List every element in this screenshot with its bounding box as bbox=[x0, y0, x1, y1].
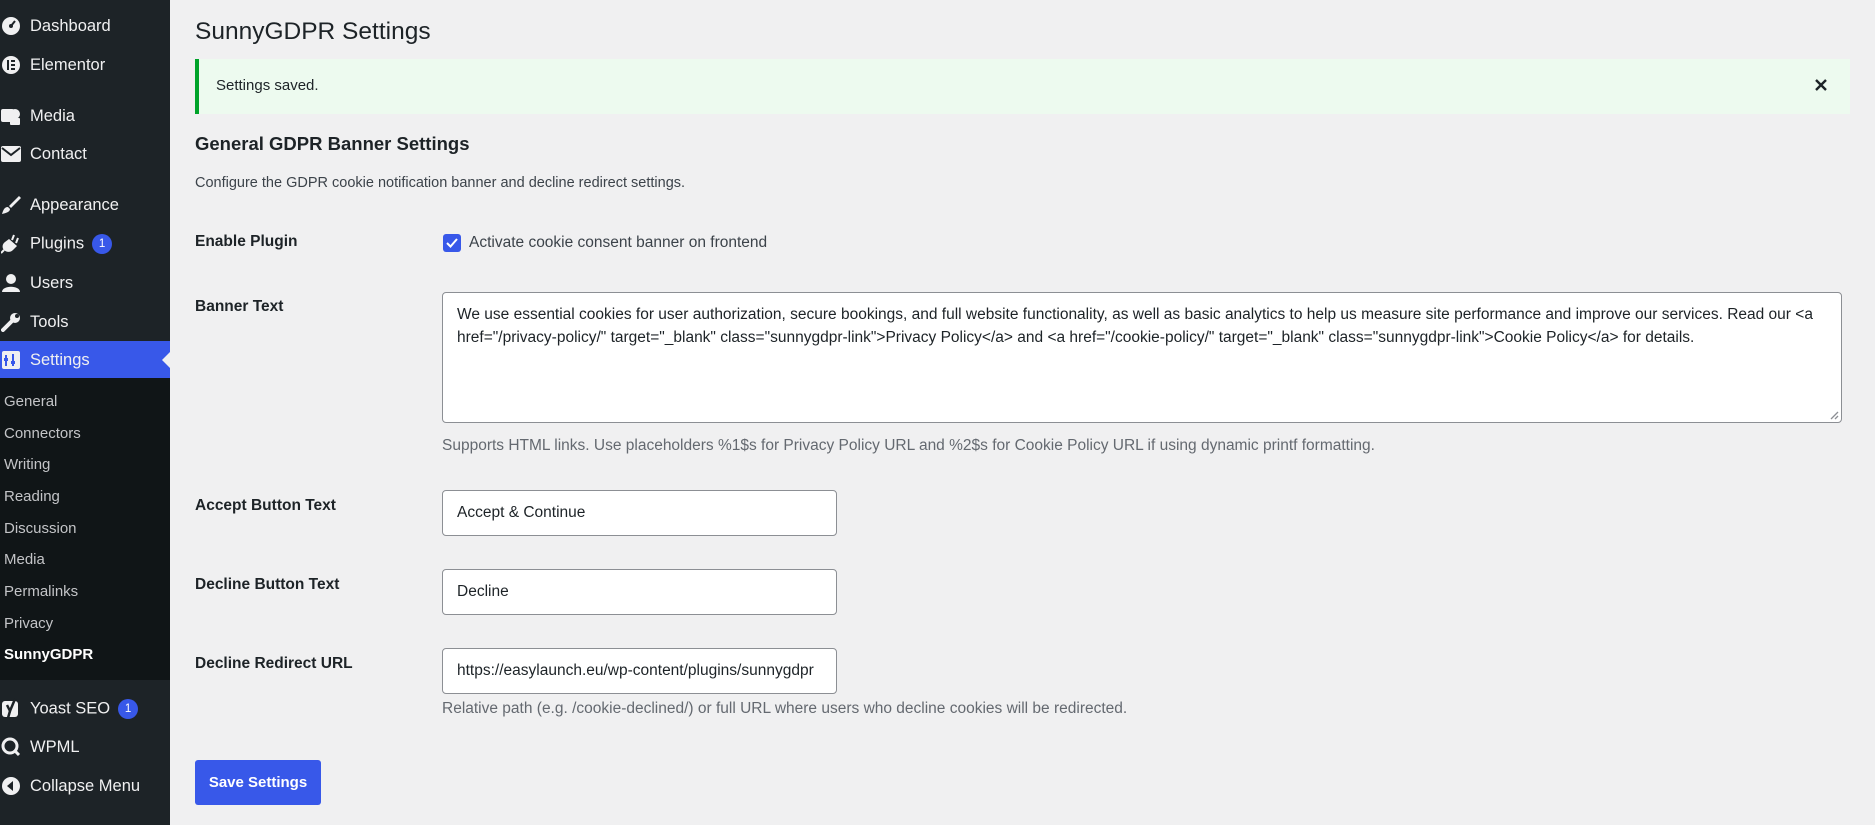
dismiss-notice-button[interactable] bbox=[1808, 72, 1834, 98]
menu-item-tools[interactable]: Tools bbox=[0, 303, 170, 341]
update-count-badge: 1 bbox=[92, 234, 113, 254]
enable-plugin-checkbox[interactable] bbox=[443, 234, 461, 252]
collapse-icon bbox=[0, 775, 22, 797]
menu-item-dashboard[interactable]: Dashboard bbox=[0, 7, 170, 45]
decline-redirect-url-label: Decline Redirect URL bbox=[195, 655, 353, 672]
enable-plugin-label: Enable Plugin bbox=[195, 233, 298, 250]
submenu-item-connectors[interactable]: Connectors bbox=[4, 425, 81, 442]
menu-item-yoast-seo[interactable]: Yoast SEO 1 bbox=[0, 690, 170, 728]
notification-count-badge: 1 bbox=[118, 699, 139, 719]
submenu-item-reading[interactable]: Reading bbox=[4, 488, 60, 505]
banner-text-textarea[interactable]: We use essential cookies for user author… bbox=[442, 292, 1842, 423]
paintbrush-icon bbox=[0, 194, 22, 216]
menu-item-contact[interactable]: Contact bbox=[0, 135, 170, 173]
save-settings-button[interactable]: Save Settings bbox=[195, 760, 321, 805]
mail-icon bbox=[0, 143, 22, 165]
decline-redirect-url-help: Relative path (e.g. /cookie-declined/) o… bbox=[442, 700, 1128, 717]
section-title: General GDPR Banner Settings bbox=[195, 133, 470, 154]
dashboard-icon bbox=[0, 15, 22, 37]
menu-item-users[interactable]: Users bbox=[0, 264, 170, 302]
settings-icon bbox=[0, 349, 22, 371]
menu-item-plugins[interactable]: Plugins 1 bbox=[0, 225, 170, 263]
submenu-item-general[interactable]: General bbox=[4, 393, 57, 410]
resize-handle-icon[interactable] bbox=[1829, 410, 1839, 420]
decline-redirect-url-input[interactable]: https://easylaunch.eu/wp-content/plugins… bbox=[442, 648, 837, 694]
submenu-item-discussion[interactable]: Discussion bbox=[4, 520, 77, 537]
menu-item-wpml[interactable]: WPML bbox=[0, 728, 170, 766]
collapse-menu-button[interactable]: Collapse Menu bbox=[0, 767, 170, 805]
menu-item-settings[interactable]: Settings bbox=[0, 341, 170, 379]
wpml-icon bbox=[0, 736, 22, 758]
notice-text: Settings saved. bbox=[216, 77, 319, 94]
submenu-item-sunnygdpr[interactable]: SunnyGDPR bbox=[4, 646, 93, 663]
menu-item-label: Appearance bbox=[30, 195, 119, 214]
menu-item-label: Collapse Menu bbox=[30, 776, 141, 795]
enable-plugin-checkbox-label[interactable]: Activate cookie consent banner on fronte… bbox=[469, 234, 767, 252]
yoast-icon bbox=[0, 698, 22, 720]
page-title: SunnyGDPR Settings bbox=[195, 18, 431, 45]
banner-text-label: Banner Text bbox=[195, 298, 284, 315]
menu-item-label: Settings bbox=[30, 350, 90, 369]
menu-item-label: Dashboard bbox=[30, 16, 111, 35]
section-description: Configure the GDPR cookie notification b… bbox=[195, 175, 686, 191]
wrench-icon bbox=[0, 311, 22, 333]
checkmark-icon bbox=[446, 238, 458, 248]
accept-button-text-input[interactable]: Accept & Continue bbox=[442, 490, 837, 536]
users-icon bbox=[0, 272, 22, 294]
elementor-icon bbox=[0, 54, 22, 76]
success-notice: Settings saved. bbox=[195, 59, 1850, 114]
menu-item-label: Contact bbox=[30, 144, 87, 163]
banner-text-help: Supports HTML links. Use placeholders %1… bbox=[442, 437, 1375, 454]
menu-item-label: Tools bbox=[30, 312, 69, 331]
menu-item-label: Plugins bbox=[30, 234, 85, 253]
close-icon bbox=[1815, 79, 1827, 91]
settings-submenu: General Connectors Writing Reading Discu… bbox=[0, 378, 170, 680]
menu-item-elementor[interactable]: Elementor bbox=[0, 46, 170, 84]
submenu-item-privacy[interactable]: Privacy bbox=[4, 615, 53, 632]
media-icon bbox=[0, 105, 22, 127]
submenu-item-writing[interactable]: Writing bbox=[4, 456, 50, 473]
accept-button-text-label: Accept Button Text bbox=[195, 497, 336, 514]
menu-item-label: Users bbox=[30, 273, 74, 292]
menu-item-appearance[interactable]: Appearance bbox=[0, 186, 170, 224]
menu-item-media[interactable]: Media bbox=[0, 97, 170, 135]
decline-button-text-label: Decline Button Text bbox=[195, 576, 340, 593]
admin-sidebar: Dashboard Elementor Media Contact Appear… bbox=[0, 0, 170, 825]
decline-button-text-input[interactable]: Decline bbox=[442, 569, 837, 615]
banner-text-value: We use essential cookies for user author… bbox=[457, 306, 1813, 346]
menu-item-label: Elementor bbox=[30, 55, 106, 74]
menu-item-label: Media bbox=[30, 106, 75, 125]
plugins-icon bbox=[0, 233, 22, 255]
menu-item-label: Yoast SEO bbox=[30, 699, 111, 718]
submenu-item-permalinks[interactable]: Permalinks bbox=[4, 583, 78, 600]
submenu-item-media[interactable]: Media bbox=[4, 551, 45, 568]
menu-item-label: WPML bbox=[30, 737, 80, 756]
